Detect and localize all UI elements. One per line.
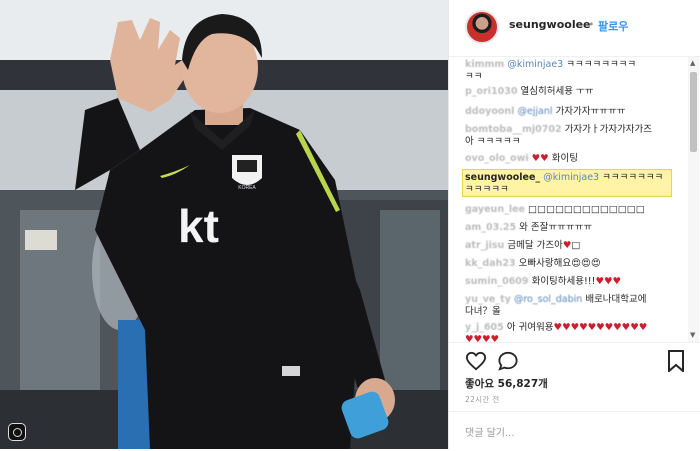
comment-item: sumin_0609 화이팅하세용!!!♥♥♥: [465, 276, 685, 288]
comment-username[interactable]: p_ori1030: [465, 86, 517, 97]
comment-mention[interactable]: @ro_sol_dabin: [514, 294, 582, 305]
speech-bubble-icon[interactable]: [497, 351, 519, 371]
comment-item: y_j_605 아 귀여워용♥♥♥♥♥♥♥♥♥♥♥ ♥♥♥♥: [465, 322, 685, 342]
comment-text-cont: ㅋㅋㅋㅋㅋ: [465, 184, 509, 195]
avatar[interactable]: [465, 10, 499, 44]
post-header: seungwoolee • 팔로우: [449, 0, 700, 57]
heart-emoji: ♥♥: [531, 153, 549, 164]
comment-username[interactable]: kk_dah23: [465, 258, 516, 269]
comment-username[interactable]: y_j_605: [465, 322, 504, 333]
scroll-down-arrow-icon[interactable]: ▼: [690, 331, 695, 339]
comment-text: 아 귀여워용: [506, 322, 554, 333]
comment-username[interactable]: atr_jisu: [465, 240, 504, 251]
comment-text: □□□□□□□□□□□□□: [528, 204, 645, 215]
comment-mention[interactable]: @kiminjae3: [507, 59, 563, 70]
comment-mention[interactable]: @kiminjae3: [543, 172, 599, 183]
comment-username[interactable]: bomtoba__mj0702: [465, 124, 562, 135]
comment-text-cont: 아 ㅋㅋㅋㅋㅋ: [465, 136, 521, 147]
comment-item-highlighted: seungwoolee_ @kiminjae3 ㅋㅋㅋㅋㅋㅋㅋ ㅋㅋㅋㅋㅋ: [465, 172, 685, 196]
comment-item: atr_jisu 금메달 가즈아♥□: [465, 240, 685, 252]
scroll-up-arrow-icon[interactable]: ▲: [690, 59, 695, 67]
comment-item: gayeun_lee □□□□□□□□□□□□□: [465, 204, 685, 216]
comment-text: 가자가ㅏ가자가자가즈: [561, 124, 653, 135]
add-comment-field[interactable]: 댓글 달기...: [449, 411, 700, 451]
jersey-kt-logo: kt: [178, 200, 219, 252]
follow-button[interactable]: 팔로우: [598, 18, 628, 34]
comment-username[interactable]: seungwoolee_: [465, 172, 540, 183]
post-sidebar: seungwoolee • 팔로우 kimmm @kiminjae3 ㅋㅋㅋㅋㅋ…: [448, 0, 700, 449]
comment-text: 금메달 가즈아: [507, 240, 563, 251]
comment-item: p_ori1030 열심히허세용 ㅜㅠ: [465, 86, 685, 98]
heart-emoji: ♥♥♥: [595, 276, 621, 287]
crest-text: KOREA: [238, 185, 256, 191]
comment-text: ㅋㅋㅋㅋㅋㅋㅋㅋ: [563, 59, 637, 70]
comment-text: 배로나대학교에: [582, 294, 647, 305]
comment-list: kimmm @kiminjae3 ㅋㅋㅋㅋㅋㅋㅋㅋ ㅋㅋ p_ori1030 열…: [449, 56, 689, 342]
comment-text-cont: ㅋㅋ: [465, 71, 483, 82]
bookmark-icon[interactable]: [667, 350, 685, 372]
comment-text: 오빠사랑해요: [518, 258, 572, 269]
post-timestamp: 22시간 전: [465, 395, 500, 404]
comment-item: bomtoba__mj0702 가자가ㅏ가자가자가즈 아 ㅋㅋㅋㅋㅋ: [465, 124, 685, 148]
comment-item: kk_dah23 오빠사랑해요😍😍😍: [465, 258, 685, 270]
heart-outline-icon[interactable]: [465, 351, 487, 371]
post-photo[interactable]: KOREA kt: [0, 0, 448, 449]
comment-text: ㅋㅋㅋㅋㅋㅋㅋ: [599, 172, 664, 183]
instagram-icon: [8, 423, 26, 441]
comment-item: ovo_olo_owi ♥♥ 화이팅: [465, 153, 685, 165]
comment-item: kimmm @kiminjae3 ㅋㅋㅋㅋㅋㅋㅋㅋ ㅋㅋ: [465, 59, 685, 83]
comment-username[interactable]: kimmm: [465, 59, 504, 70]
heart-emoji: ♥♥♥♥♥♥♥♥♥♥♥: [553, 322, 648, 333]
comment-username[interactable]: yu_ve_ty: [465, 294, 511, 305]
post-actions: 좋아요 56,827개 22시간 전 댓글 달기...: [449, 342, 700, 450]
comment-text: 화이팅하세용!!!: [531, 276, 596, 287]
comment-username[interactable]: ovo_olo_owi: [465, 153, 529, 164]
comment-emoji: 😍😍😍: [571, 258, 601, 269]
comment-text-cont: 다녀？올: [465, 306, 501, 317]
comment-username[interactable]: am_03.25: [465, 222, 516, 233]
photo-illustration: KOREA kt: [0, 0, 448, 449]
comment-username[interactable]: gayeun_lee: [465, 204, 525, 215]
comment-emoji: □: [571, 240, 581, 251]
comment-text: 화이팅: [548, 153, 578, 164]
scrollbar-thumb[interactable]: [690, 72, 697, 152]
comment-text: 와 존잘ㅠㅠㅠㅠㅠ: [519, 222, 593, 233]
comment-item: yu_ve_ty @ro_sol_dabin 배로나대학교에 다녀？올: [465, 294, 685, 318]
separator-dot: •: [588, 18, 595, 31]
likes-count[interactable]: 좋아요 56,827개: [465, 376, 548, 391]
heart-emoji-cont: ♥♥♥♥: [465, 334, 500, 342]
comment-text: 가자가자ㅠㅠㅠㅠ: [552, 106, 626, 117]
comment-text: 열심히허세용 ㅜㅠ: [520, 86, 594, 97]
comment-mention[interactable]: @ejjanl: [517, 106, 552, 117]
comment-username[interactable]: ddoyoonl: [465, 106, 514, 117]
comment-item: ddoyoonl @ejjanl 가자가자ㅠㅠㅠㅠ: [465, 106, 685, 118]
username-link[interactable]: seungwoolee: [509, 18, 591, 31]
comment-item: am_03.25 와 존잘ㅠㅠㅠㅠㅠ: [465, 222, 685, 234]
comment-username[interactable]: sumin_0609: [465, 276, 529, 287]
add-comment-placeholder[interactable]: 댓글 달기...: [465, 424, 515, 439]
